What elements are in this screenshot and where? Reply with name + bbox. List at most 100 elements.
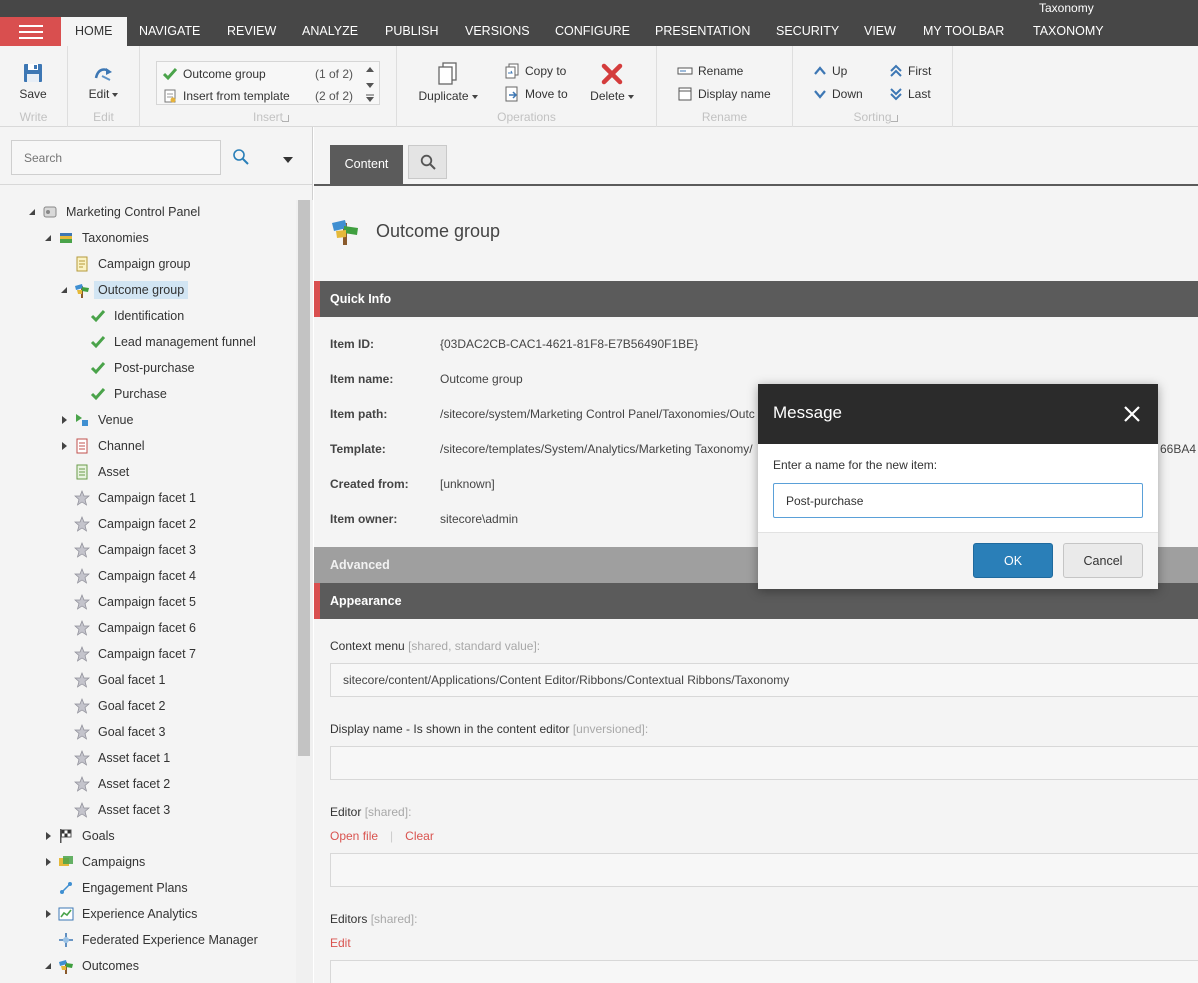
tree-node[interactable]: Asset facet 2 — [58, 773, 174, 795]
tree-collapsed-icon[interactable] — [42, 856, 54, 868]
tree-scrollbar[interactable] — [296, 200, 313, 983]
tree-node[interactable]: Purchase — [74, 383, 171, 405]
close-icon[interactable] — [1123, 405, 1141, 426]
tab-publish[interactable]: PUBLISH — [385, 17, 439, 46]
tree-node[interactable]: Venue — [58, 409, 137, 431]
insert-option-outcome-group[interactable]: Outcome group (1 of 2) — [163, 64, 353, 84]
ribbon-group-title: Rename — [701, 110, 748, 124]
quick-info-value[interactable]: sitecore\admin — [440, 512, 518, 526]
open-file-link[interactable]: Open file — [330, 829, 378, 843]
tree-node[interactable]: Post-purchase — [74, 357, 199, 379]
tree-collapsed-icon[interactable] — [58, 440, 70, 452]
checkmark-icon — [90, 308, 106, 324]
tree-node[interactable]: Engagement Plans — [42, 877, 192, 899]
tab-review[interactable]: REVIEW — [227, 17, 276, 46]
editors-field[interactable] — [330, 960, 1198, 983]
dialog-launcher-icon[interactable] — [891, 115, 898, 122]
tab-analyze[interactable]: ANALYZE — [302, 17, 358, 46]
display-name-button[interactable]: Display name — [677, 85, 771, 103]
section-quick-info[interactable]: Quick Info — [314, 281, 1198, 317]
hamburger-menu-icon[interactable] — [0, 17, 61, 46]
quick-info-value[interactable]: {03DAC2CB-CAC1-4621-81F8-E7B56490F1BE} — [440, 337, 698, 351]
tab-my-toolbar[interactable]: MY TOOLBAR — [923, 17, 1004, 46]
search-input[interactable] — [11, 140, 221, 175]
delete-button[interactable]: Delete — [585, 62, 639, 103]
sort-up-button[interactable]: Up — [813, 62, 847, 80]
save-button[interactable]: Save — [0, 62, 66, 101]
tree-expanded-icon[interactable] — [42, 232, 54, 244]
tree-node[interactable]: Outcomes — [42, 955, 143, 977]
tree-node[interactable]: Campaign facet 4 — [58, 565, 200, 587]
dialog-launcher-icon[interactable] — [282, 115, 289, 122]
rename-button[interactable]: Rename — [677, 62, 743, 80]
tree-node[interactable]: Campaign group — [58, 253, 194, 275]
tree-node[interactable]: Campaign facet 2 — [58, 513, 200, 535]
tree-node[interactable]: Campaign facet 7 — [58, 643, 200, 665]
tree-node[interactable]: Asset facet 3 — [58, 799, 174, 821]
search-options-dropdown-icon[interactable] — [283, 152, 293, 166]
template-id-tail: 66BA4 — [1160, 439, 1196, 459]
tree-node[interactable]: Federated Experience Manager — [42, 929, 262, 951]
tree-node[interactable]: Marketing Control Panel — [26, 201, 204, 223]
scrollbar-thumb[interactable] — [298, 200, 310, 756]
tab-view[interactable]: VIEW — [864, 17, 896, 46]
tab-presentation[interactable]: PRESENTATION — [655, 17, 750, 46]
tree-node[interactable]: Goal facet 2 — [58, 695, 169, 717]
move-to-button[interactable]: Move to — [504, 85, 568, 103]
tree-node[interactable]: Asset — [58, 461, 133, 483]
tab-versions[interactable]: VERSIONS — [465, 17, 530, 46]
duplicate-button[interactable]: Duplicate — [415, 62, 481, 103]
quick-info-value[interactable]: [unknown] — [440, 477, 495, 491]
sort-down-button[interactable]: Down — [813, 85, 863, 103]
insert-option-from-template[interactable]: Insert from template (2 of 2) — [163, 86, 353, 106]
edit-button[interactable]: Edit — [68, 62, 139, 101]
tree-node[interactable]: Lead management funnel — [74, 331, 260, 353]
field-hint: [shared]: — [370, 912, 418, 926]
tree-expanded-icon[interactable] — [26, 206, 38, 218]
sort-first-button[interactable]: First — [889, 62, 931, 80]
tab-taxonomy[interactable]: TAXONOMY — [1033, 17, 1104, 46]
display-name-field[interactable] — [330, 746, 1198, 780]
quick-info-value[interactable]: Outcome group — [440, 372, 523, 386]
tree-expander-spacer — [74, 362, 86, 374]
tree-node[interactable]: Identification — [74, 305, 188, 327]
tree-expanded-icon[interactable] — [42, 960, 54, 972]
tree-node[interactable]: Experience Analytics — [42, 903, 201, 925]
search-icon[interactable] — [232, 148, 250, 169]
context-menu-field[interactable]: sitecore/content/Applications/Content Ed… — [330, 663, 1198, 697]
tab-home[interactable]: HOME — [61, 17, 127, 46]
tab-navigate[interactable]: NAVIGATE — [139, 17, 200, 46]
tree-node[interactable]: Campaign facet 1 — [58, 487, 200, 509]
tree-node[interactable]: Campaign facet 5 — [58, 591, 200, 613]
tab-search[interactable] — [408, 145, 447, 179]
tree-node[interactable]: Outcome group — [58, 279, 189, 301]
clear-link[interactable]: Clear — [405, 829, 434, 843]
edit-link[interactable]: Edit — [330, 936, 351, 950]
tree-collapsed-icon[interactable] — [58, 414, 70, 426]
tab-configure[interactable]: CONFIGURE — [555, 17, 630, 46]
tab-security[interactable]: SECURITY — [776, 17, 839, 46]
sort-last-button[interactable]: Last — [889, 85, 931, 103]
tree-node[interactable]: Goal facet 3 — [58, 721, 169, 743]
cancel-button[interactable]: Cancel — [1063, 543, 1143, 578]
tree-expanded-icon[interactable] — [58, 284, 70, 296]
tree-collapsed-icon[interactable] — [42, 908, 54, 920]
ribbon-group-rename: Rename Display name Rename — [657, 46, 793, 127]
tree-node[interactable]: Goals — [42, 825, 119, 847]
tab-content[interactable]: Content — [330, 145, 403, 184]
editor-field[interactable] — [330, 853, 1198, 887]
new-item-name-input[interactable] — [773, 483, 1143, 518]
quick-info-value[interactable]: /sitecore/templates/System/Analytics/Mar… — [440, 442, 753, 456]
tree-node[interactable]: Asset facet 1 — [58, 747, 174, 769]
copy-to-button[interactable]: Copy to — [504, 62, 566, 80]
tree-node[interactable]: Taxonomies — [42, 227, 153, 249]
tree-node[interactable]: Goal facet 1 — [58, 669, 169, 691]
quick-info-value[interactable]: /sitecore/system/Marketing Control Panel… — [440, 407, 755, 421]
tree-node[interactable]: Campaigns — [42, 851, 149, 873]
tree-node[interactable]: Channel — [58, 435, 149, 457]
tree-node[interactable]: Campaign facet 3 — [58, 539, 200, 561]
ok-button[interactable]: OK — [973, 543, 1053, 578]
tree-collapsed-icon[interactable] — [42, 830, 54, 842]
gallery-scroll[interactable] — [364, 64, 376, 104]
tree-node[interactable]: Campaign facet 6 — [58, 617, 200, 639]
